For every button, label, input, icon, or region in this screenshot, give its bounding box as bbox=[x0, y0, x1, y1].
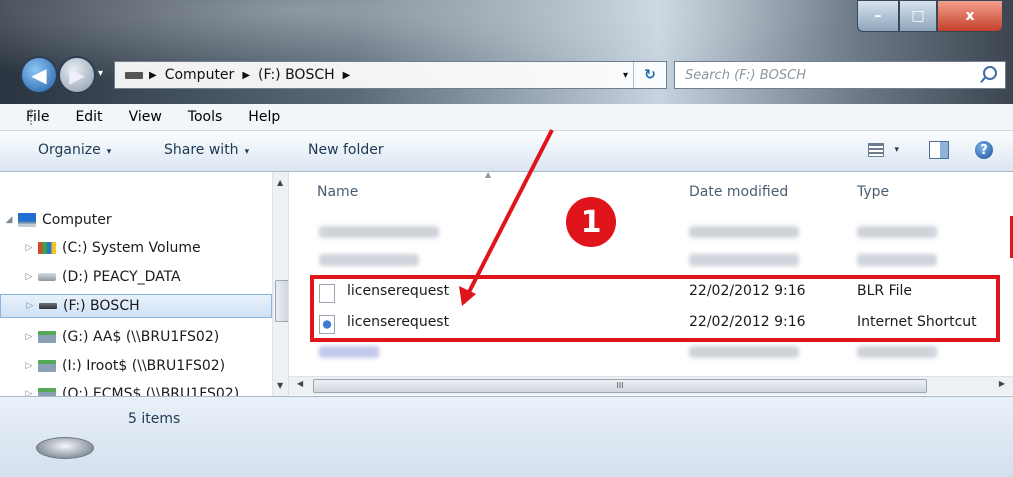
nav-scrollbar[interactable]: ▲ ▼ bbox=[272, 172, 288, 396]
menu-help[interactable]: Help bbox=[248, 109, 280, 125]
network-drive-icon bbox=[38, 331, 56, 343]
windows-drive-icon bbox=[38, 242, 56, 254]
nav-item-label: Computer bbox=[42, 212, 112, 228]
explorer-window: – □ x ◀ ▶ ▾ ▶ Computer ▶ (F:) BOSCH ▶ ▾ … bbox=[0, 0, 1013, 477]
blurred-text bbox=[857, 254, 937, 266]
nav-item-label: (I:) Iroot$ (\\BRU1FS02) bbox=[62, 358, 226, 374]
scroll-thumb[interactable]: III bbox=[313, 379, 927, 393]
share-with-button[interactable]: Share with ▾ bbox=[164, 142, 249, 158]
scroll-left-icon[interactable]: ◀ bbox=[297, 379, 303, 388]
breadcrumb-separator[interactable]: ▶ bbox=[242, 70, 250, 81]
refresh-button[interactable]: ↻ bbox=[633, 62, 666, 88]
menu-edit[interactable]: Edit bbox=[75, 109, 102, 125]
preview-pane-icon[interactable] bbox=[929, 141, 949, 159]
breadcrumb-bosch[interactable]: (F:) BOSCH bbox=[258, 67, 335, 83]
view-tools: ▾ ? bbox=[868, 141, 993, 159]
nav-item-label: (O:) ECMS$ (\\BRU1FS02) bbox=[62, 386, 240, 396]
maximize-button[interactable]: □ bbox=[899, 0, 937, 32]
blurred-row[interactable] bbox=[319, 224, 999, 240]
nav-item-label: (F:) BOSCH bbox=[63, 298, 140, 314]
expand-icon[interactable]: ▷ bbox=[24, 243, 34, 253]
scroll-right-icon[interactable]: ▶ bbox=[999, 379, 1005, 388]
nav-item-i-drive[interactable]: ▷ (I:) Iroot$ (\\BRU1FS02) bbox=[24, 354, 288, 378]
close-button[interactable]: x bbox=[937, 0, 1003, 32]
nav-item-c-drive[interactable]: ▷ (C:) System Volume bbox=[24, 236, 288, 260]
nav-item-f-drive[interactable]: ▷ (F:) BOSCH bbox=[0, 294, 272, 318]
details-pane: 5 items bbox=[0, 396, 1013, 477]
item-count: 5 items bbox=[128, 411, 181, 427]
expand-icon[interactable]: ▷ bbox=[24, 389, 34, 396]
nav-item-d-drive[interactable]: ▷ (D:) PEACY_DATA bbox=[24, 265, 288, 289]
chevron-down-icon: ▾ bbox=[106, 147, 112, 157]
column-header-type[interactable]: Type bbox=[857, 184, 889, 200]
blurred-row[interactable] bbox=[319, 252, 999, 268]
blurred-text bbox=[857, 226, 937, 238]
change-view-icon[interactable] bbox=[868, 143, 885, 157]
navigation-bar: ◀ ▶ ▾ ▶ Computer ▶ (F:) BOSCH ▶ ▾ ↻ Sear… bbox=[0, 48, 1013, 96]
address-bar[interactable]: ▶ Computer ▶ (F:) BOSCH ▶ ▾ ↻ bbox=[114, 61, 667, 89]
search-input[interactable]: Search (F:) BOSCH bbox=[674, 61, 1006, 89]
nav-item-o-drive[interactable]: ▷ (O:) ECMS$ (\\BRU1FS02) bbox=[24, 382, 288, 396]
nav-item-label: (C:) System Volume bbox=[62, 240, 201, 256]
view-options-dropdown[interactable]: ▾ bbox=[894, 145, 899, 155]
nav-item-label: (D:) PEACY_DATA bbox=[62, 269, 181, 285]
step-number-badge: 1 bbox=[566, 197, 616, 247]
forward-button[interactable]: ▶ bbox=[58, 56, 96, 94]
usb-drive-icon bbox=[39, 303, 57, 309]
scroll-up-icon[interactable]: ▲ bbox=[277, 178, 283, 187]
window-controls: – □ x bbox=[857, 0, 1003, 32]
sort-indicator-icon: ▲ bbox=[485, 170, 492, 179]
blurred-row[interactable] bbox=[319, 344, 999, 360]
blurred-text bbox=[689, 346, 799, 358]
horizontal-scrollbar[interactable]: ◀ III ▶ bbox=[289, 376, 1013, 395]
computer-icon bbox=[18, 213, 36, 227]
blurred-text bbox=[857, 346, 937, 358]
new-folder-button[interactable]: New folder bbox=[308, 142, 384, 158]
nav-item-label: (G:) AA$ (\\BRU1FS02) bbox=[62, 329, 220, 345]
scroll-thumb[interactable] bbox=[275, 280, 288, 322]
menu-tools[interactable]: Tools bbox=[188, 109, 223, 125]
column-header-date-modified[interactable]: Date modified bbox=[689, 184, 788, 200]
navigation-pane: ◢ Computer ▷ (C:) System Volume ▷ (D:) P… bbox=[0, 172, 289, 396]
menu-view[interactable]: View bbox=[129, 109, 162, 125]
menu-grip bbox=[30, 109, 35, 125]
organize-button[interactable]: Organize ▾ bbox=[38, 142, 111, 158]
drive-icon bbox=[125, 71, 143, 79]
expand-icon[interactable]: ▷ bbox=[24, 361, 34, 371]
search-icon[interactable] bbox=[983, 66, 997, 80]
search-placeholder: Search (F:) BOSCH bbox=[685, 67, 807, 83]
blurred-text bbox=[319, 254, 419, 266]
expand-icon[interactable]: ▷ bbox=[25, 301, 35, 311]
breadcrumb-separator[interactable]: ▶ bbox=[343, 70, 351, 81]
highlight-box bbox=[310, 275, 1000, 342]
expand-icon[interactable]: ▷ bbox=[24, 272, 34, 282]
network-drive-icon bbox=[38, 360, 56, 372]
blurred-text bbox=[319, 346, 379, 358]
help-icon[interactable]: ? bbox=[975, 141, 993, 159]
command-bar: Organize ▾ Share with ▾ New folder ▾ ? bbox=[0, 131, 1013, 172]
drive-icon bbox=[38, 273, 56, 281]
breadcrumb-computer[interactable]: Computer bbox=[165, 67, 235, 83]
expand-icon[interactable]: ▷ bbox=[24, 332, 34, 342]
blurred-text bbox=[319, 226, 439, 238]
blurred-text bbox=[689, 226, 799, 238]
recent-pages-dropdown[interactable]: ▾ bbox=[98, 68, 103, 79]
nav-item-computer[interactable]: ◢ Computer bbox=[4, 208, 276, 232]
chevron-down-icon: ▾ bbox=[244, 147, 250, 157]
collapse-icon[interactable]: ◢ bbox=[4, 215, 14, 225]
scroll-down-icon[interactable]: ▼ bbox=[277, 381, 283, 390]
usb-drive-icon bbox=[36, 437, 94, 459]
network-drive-icon bbox=[38, 388, 56, 396]
column-header-name[interactable]: Name bbox=[317, 184, 358, 200]
minimize-button[interactable]: – bbox=[857, 0, 899, 32]
address-dropdown-icon[interactable]: ▾ bbox=[623, 70, 628, 81]
breadcrumb-separator[interactable]: ▶ bbox=[149, 70, 157, 81]
organize-label: Organize bbox=[38, 142, 101, 158]
nav-item-g-drive[interactable]: ▷ (G:) AA$ (\\BRU1FS02) bbox=[24, 325, 288, 349]
blurred-text bbox=[689, 254, 799, 266]
menu-bar: File Edit View Tools Help bbox=[0, 104, 1013, 131]
back-button[interactable]: ◀ bbox=[20, 56, 58, 94]
share-with-label: Share with bbox=[164, 142, 239, 158]
